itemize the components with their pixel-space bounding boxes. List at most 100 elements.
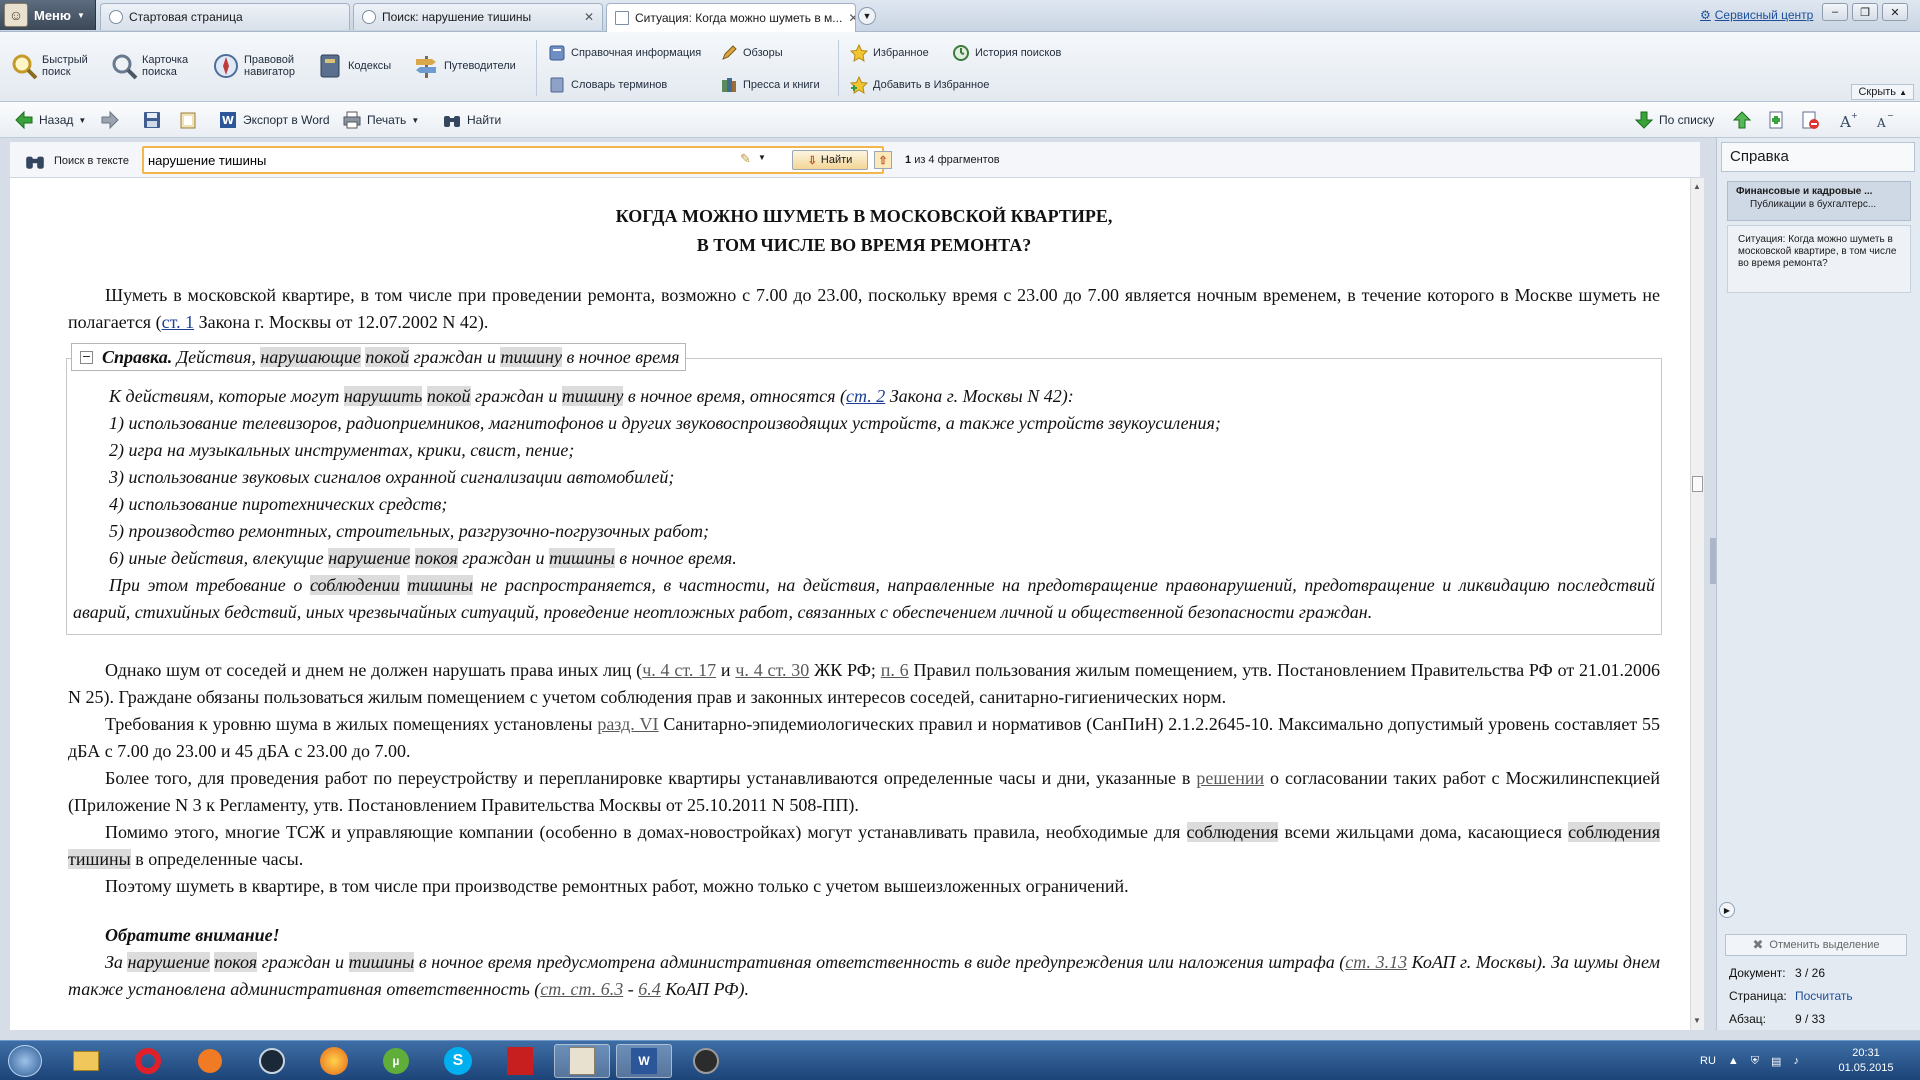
find-previous-button[interactable]: ⇧ <box>874 151 892 169</box>
add-bookmark-button[interactable] <box>1766 109 1786 131</box>
deselect-label: Отменить выделение <box>1769 939 1880 951</box>
press-books-button[interactable]: Пресса и книги <box>720 74 820 96</box>
tabs-dropdown-icon[interactable]: ▼ <box>858 7 876 25</box>
close-icon[interactable]: ✕ <box>584 10 594 24</box>
task-app-dark[interactable] <box>678 1044 734 1078</box>
term-dictionary-button[interactable]: Словарь терминов <box>548 74 667 96</box>
clear-search-icon[interactable]: ✎ <box>740 151 751 167</box>
title-bar: ☺ Меню ▼ Стартовая страница Поиск: наруш… <box>0 0 1920 32</box>
task-skype[interactable]: S <box>430 1044 486 1078</box>
save-button[interactable] <box>142 109 162 131</box>
search-card-button[interactable]: Карточка поиска <box>110 46 188 86</box>
chevron-down-icon[interactable]: ▼ <box>411 116 419 125</box>
reference-info-button[interactable]: Справочная информация <box>548 42 701 64</box>
task-word[interactable]: W <box>616 1044 672 1078</box>
task-consultant[interactable] <box>554 1044 610 1078</box>
scroll-down-icon[interactable]: ▼ <box>1693 1016 1701 1025</box>
add-favorites-button[interactable]: Добавить в Избранное <box>850 74 989 96</box>
term-dictionary-label: Словарь терминов <box>571 79 668 91</box>
document-scrollbar[interactable]: ▲ ▼ <box>1690 178 1704 1030</box>
task-steam[interactable] <box>244 1044 300 1078</box>
scroll-up-icon[interactable]: ▲ <box>1693 182 1701 191</box>
task-explorer[interactable] <box>58 1044 114 1078</box>
find-toolbar-button[interactable]: Найти <box>442 109 501 131</box>
deselect-button[interactable]: ✖ Отменить выделение <box>1725 934 1907 956</box>
close-icon[interactable]: ✕ <box>848 11 855 25</box>
link-art-3-13[interactable]: ст. 3.13 <box>1345 952 1407 972</box>
service-center-link[interactable]: ⚙ Сервисный центр <box>1700 8 1813 22</box>
quick-search-button[interactable]: Быстрый поиск <box>10 46 88 86</box>
task-app-orange[interactable] <box>182 1044 238 1078</box>
text: в ночное время. <box>614 548 737 568</box>
chevron-down-icon[interactable]: ▼ <box>78 116 86 125</box>
tray-expand-icon[interactable]: ▲ <box>1728 1055 1739 1067</box>
note-line: 1) использование телевизоров, радиоприем… <box>109 413 1221 433</box>
hide-ribbon-button[interactable]: Скрыть ▲ <box>1851 84 1914 100</box>
favorites-button[interactable]: Избранное <box>850 42 929 64</box>
task-opera[interactable] <box>120 1044 176 1078</box>
document-view[interactable]: КОГДА МОЖНО ШУМЕТЬ В МОСКОВСКОЙ КВАРТИРЕ… <box>10 178 1690 1030</box>
panel-splitter-handle[interactable] <box>1710 538 1716 584</box>
print-button[interactable]: Печать ▼ <box>342 109 419 131</box>
language-indicator[interactable]: RU <box>1700 1055 1716 1067</box>
menu-button[interactable]: ☺ Меню ▼ <box>0 0 96 30</box>
panel-card-situation[interactable]: Ситуация: Когда можно шуметь в московско… <box>1727 225 1911 293</box>
text: КоАП РФ). <box>660 979 750 999</box>
tab-start-page[interactable]: Стартовая страница <box>100 3 350 30</box>
find-next-button[interactable]: ⇩ Найти <box>792 150 868 170</box>
guides-button[interactable]: Путеводители <box>412 46 516 86</box>
task-acrobat[interactable] <box>492 1044 548 1078</box>
close-window-button[interactable]: ✕ <box>1882 3 1908 21</box>
dark-app-icon <box>693 1048 719 1074</box>
paragraph-4: Более того, для проведения работ по пере… <box>68 765 1660 819</box>
reference-note: − Справка. Действия, нарушающие покой гр… <box>66 343 1662 635</box>
shield-icon[interactable]: ⛨ <box>1751 1055 1759 1068</box>
link-art-1[interactable]: ст. 1 <box>162 312 195 332</box>
panel-card-finance[interactable]: Финансовые и кадровые ... Публикации в б… <box>1727 181 1911 221</box>
link-part4-art30[interactable]: ч. 4 ст. 30 <box>735 660 809 680</box>
paragraph-1: Шуметь в московской квартире, в том числ… <box>68 282 1660 336</box>
task-utorrent[interactable]: µ <box>368 1044 424 1078</box>
volume-icon[interactable]: ♪ <box>1793 1055 1799 1067</box>
search-history-button[interactable]: История поисков <box>952 42 1061 64</box>
reviews-button[interactable]: Обзоры <box>720 42 783 64</box>
by-list-button[interactable]: По списку <box>1634 109 1714 131</box>
clock[interactable]: 20:31 01.05.2015 <box>1836 1046 1896 1076</box>
font-increase-button[interactable]: A + <box>1838 109 1858 131</box>
remove-bookmark-button[interactable] <box>1800 109 1820 131</box>
search-input[interactable] <box>148 150 708 170</box>
link-section-6[interactable]: разд. VI <box>597 714 658 734</box>
export-word-button[interactable]: W Экспорт в Word <box>218 109 330 131</box>
close-icon: ✖ <box>1752 937 1764 952</box>
font-decrease-button[interactable]: A − <box>1874 109 1894 131</box>
scrollbar-thumb[interactable] <box>1692 476 1703 492</box>
tab-situation[interactable]: Ситуация: Когда можно шуметь в м... ✕ <box>606 3 856 32</box>
search-card-label-1: Карточка <box>142 54 189 66</box>
copy-document-button[interactable] <box>178 109 198 131</box>
task-firefox[interactable] <box>306 1044 362 1078</box>
collapse-icon[interactable]: − <box>80 351 93 364</box>
forward-button[interactable] <box>100 109 120 131</box>
legal-navigator-button[interactable]: Правовой навигатор <box>212 46 295 86</box>
codes-book-icon <box>320 54 340 78</box>
link-decision[interactable]: решении <box>1196 768 1264 788</box>
tab-search[interactable]: Поиск: нарушение тишины ✕ <box>353 3 603 30</box>
panel-arrow-icon[interactable]: ▶ <box>1719 902 1735 918</box>
link-art-6-3[interactable]: ст. ст. 6.3 <box>540 979 623 999</box>
back-button[interactable]: Назад ▼ <box>14 109 86 131</box>
count-pages-link[interactable]: Посчитать <box>1795 989 1853 1003</box>
link-art-6-4[interactable]: 6.4 <box>638 979 661 999</box>
maximize-button[interactable]: ❐ <box>1852 3 1878 21</box>
link-part4-art17[interactable]: ч. 4 ст. 17 <box>642 660 716 680</box>
link-art-2[interactable]: ст. 2 <box>846 386 885 406</box>
codes-button[interactable]: Кодексы <box>316 46 391 86</box>
search-history-dropdown-icon[interactable]: ▼ <box>758 153 766 162</box>
prev-document-button[interactable] <box>1732 109 1752 131</box>
start-button[interactable] <box>8 1045 42 1077</box>
font-decrease-icon: A− <box>1876 111 1894 130</box>
minimize-button[interactable]: – <box>1822 3 1848 21</box>
utorrent-icon: µ <box>383 1048 409 1074</box>
network-icon[interactable]: ▤ <box>1771 1055 1781 1068</box>
paragraph-7: За нарушение покоя граждан и тишины в но… <box>68 949 1660 1003</box>
link-item-6[interactable]: п. 6 <box>881 660 909 680</box>
